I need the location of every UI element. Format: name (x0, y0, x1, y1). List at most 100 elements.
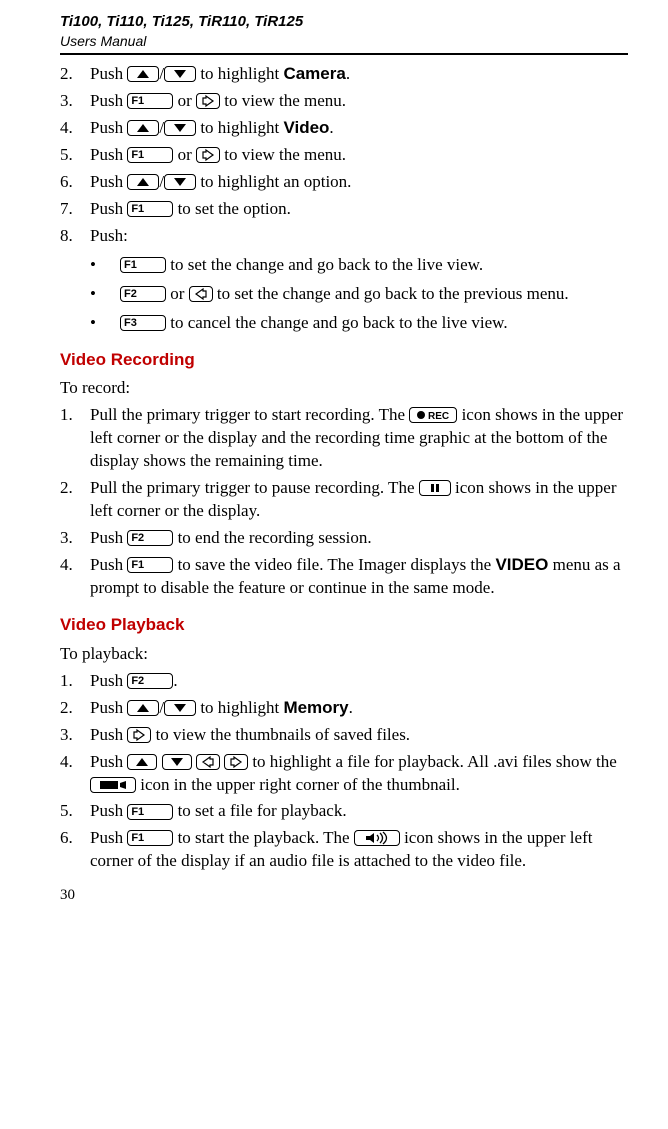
audio-icon (354, 830, 400, 846)
step-num: 3. (60, 527, 90, 550)
text: Push (90, 199, 127, 218)
rec-icon: REC (409, 407, 457, 423)
step-num: 4. (60, 751, 90, 797)
text: Push (90, 801, 127, 820)
target: Memory (283, 698, 348, 717)
step-num: 2. (60, 63, 90, 86)
bullet-dot: • (90, 283, 120, 306)
bullet-dot: • (90, 312, 120, 335)
text: to view the menu. (224, 145, 346, 164)
f1-key: F1 (127, 804, 173, 820)
f1-key: F1 (127, 201, 173, 217)
right-hand-key (224, 754, 248, 770)
text: Push (90, 671, 127, 690)
text: to set a file for playback. (178, 801, 347, 820)
text: to set the option. (178, 199, 291, 218)
text: Push (90, 91, 127, 110)
step-num: 8. (60, 225, 90, 248)
step-num: 5. (60, 144, 90, 167)
bullet-2: • F2 or to set the change and go back to… (90, 283, 628, 306)
play-step-3: 3. Push to view the thumbnails of saved … (60, 724, 628, 747)
video-file-icon (90, 777, 136, 793)
text: icon in the upper right corner of the th… (140, 775, 460, 794)
text: Push: (90, 226, 128, 245)
right-hand-key (196, 147, 220, 163)
section-intro: To playback: (60, 643, 628, 666)
text: to view the menu. (224, 91, 346, 110)
text: . (329, 118, 333, 137)
f1-key: F1 (127, 557, 173, 573)
left-hand-key (196, 754, 220, 770)
right-hand-key (127, 727, 151, 743)
text: Push (90, 828, 127, 847)
text: to highlight (200, 698, 283, 717)
f2-key: F2 (127, 530, 173, 546)
target: Camera (283, 64, 345, 83)
down-arrow-key (164, 66, 196, 82)
play-step-2: 2. Push / to highlight Memory. (60, 697, 628, 720)
text: . (346, 64, 350, 83)
text: Push (90, 64, 127, 83)
svg-text:REC: REC (428, 411, 449, 422)
step-num: 7. (60, 198, 90, 221)
step-num: 3. (60, 90, 90, 113)
play-step-5: 5. Push F1 to set a file for playback. (60, 800, 628, 823)
step-3: 3. Push F1 or to view the menu. (60, 90, 628, 113)
f1-key: F1 (127, 830, 173, 846)
text: to highlight (200, 118, 283, 137)
text: Push (90, 698, 127, 717)
f2-key: F2 (120, 286, 166, 302)
text: Pull the primary trigger to start record… (90, 405, 409, 424)
right-hand-key (196, 93, 220, 109)
pause-icon (419, 480, 451, 496)
step-num: 6. (60, 171, 90, 194)
step-2: 2. Push / to highlight Camera. (60, 63, 628, 86)
up-arrow-key (127, 174, 159, 190)
target: VIDEO (495, 555, 548, 574)
text: or (170, 284, 188, 303)
f1-key: F1 (120, 257, 166, 273)
step-num: 1. (60, 404, 90, 473)
text: to save the video file. The Imager displ… (178, 555, 496, 574)
text: . (173, 671, 177, 690)
step-5: 5. Push F1 or to view the menu. (60, 144, 628, 167)
step-4: 4. Push / to highlight Video. (60, 117, 628, 140)
f2-key: F2 (127, 673, 173, 689)
step-8: 8. Push: (60, 225, 628, 248)
play-step-6: 6. Push F1 to start the playback. The ic… (60, 827, 628, 873)
down-arrow-key (162, 754, 192, 770)
step-num: 4. (60, 117, 90, 140)
play-step-4: 4. Push to highlight a file for playback… (60, 751, 628, 797)
down-arrow-key (164, 174, 196, 190)
rec-step-2: 2. Pull the primary trigger to pause rec… (60, 477, 628, 523)
up-arrow-key (127, 754, 157, 770)
f1-key: F1 (127, 147, 173, 163)
step-num: 4. (60, 554, 90, 600)
f1-key: F1 (127, 93, 173, 109)
text: Push (90, 555, 127, 574)
rec-step-3: 3. Push F2 to end the recording session. (60, 527, 628, 550)
text: or (178, 145, 196, 164)
text: or (178, 91, 196, 110)
play-step-1: 1. Push F2. (60, 670, 628, 693)
text: to cancel the change and go back to the … (170, 313, 507, 332)
step-num: 2. (60, 477, 90, 523)
bullet-dot: • (90, 254, 120, 277)
page-number: 30 (60, 885, 628, 905)
bullet-3: • F3 to cancel the change and go back to… (90, 312, 628, 335)
text: to highlight an option. (200, 172, 351, 191)
text: to start the playback. The (178, 828, 354, 847)
text: Pull the primary trigger to pause record… (90, 478, 419, 497)
header-models: Ti100, Ti110, Ti125, TiR110, TiR125 (60, 12, 628, 32)
step-7: 7. Push F1 to set the option. (60, 198, 628, 221)
section-title-playback: Video Playback (60, 614, 628, 637)
text: to highlight (200, 64, 283, 83)
text: Push (90, 725, 127, 744)
bullet-1: • F1 to set the change and go back to th… (90, 254, 628, 277)
step-num: 2. (60, 697, 90, 720)
text: to set the change and go back to the liv… (170, 255, 483, 274)
text: to set the change and go back to the pre… (217, 284, 569, 303)
text: to end the recording session. (178, 528, 372, 547)
up-arrow-key (127, 120, 159, 136)
rec-step-1: 1. Pull the primary trigger to start rec… (60, 404, 628, 473)
